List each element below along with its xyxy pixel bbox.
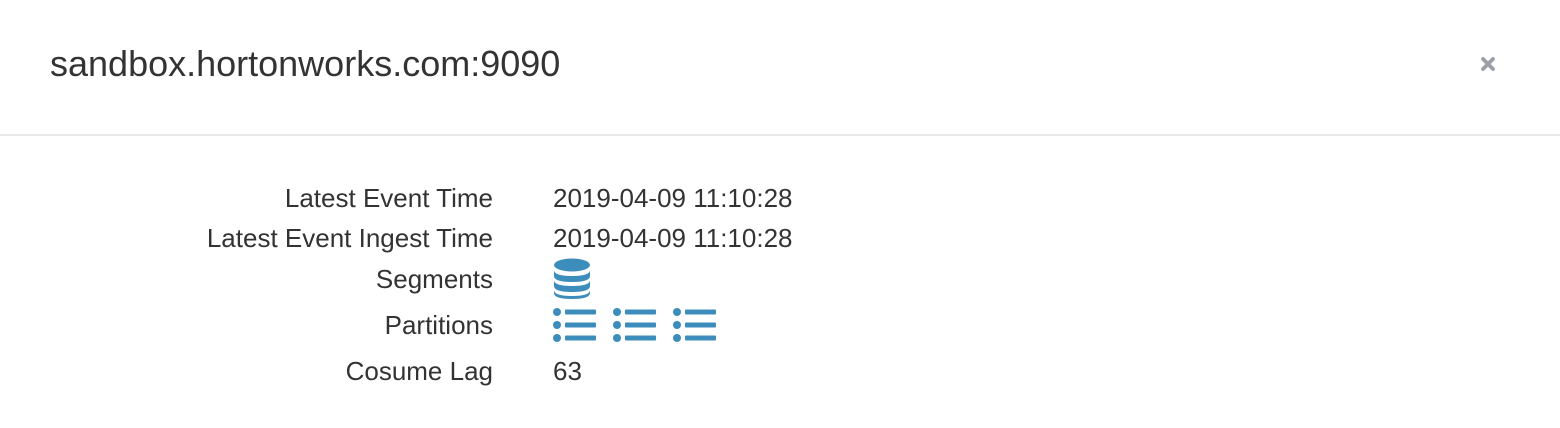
segments-row: Segments xyxy=(0,258,1560,300)
latest-event-ingest-time-value: 2019-04-09 11:10:28 xyxy=(553,223,793,253)
list-icon xyxy=(613,308,656,342)
partition-button[interactable] xyxy=(673,308,717,342)
latest-event-time-label: Latest Event Time xyxy=(284,183,493,213)
consume-lag-value: 63 xyxy=(553,356,582,386)
latest-event-time-row: Latest Event Time 2019-04-09 11:10:28 xyxy=(0,178,1560,218)
modal-header: sandbox.hortonworks.com:9090 xyxy=(0,0,1560,136)
segments-value xyxy=(553,258,591,300)
close-button[interactable] xyxy=(1470,48,1506,80)
latest-event-time-value: 2019-04-09 11:10:28 xyxy=(553,183,793,213)
partition-button[interactable] xyxy=(613,308,657,342)
consume-lag-row: Cosume Lag 63 xyxy=(0,350,1560,392)
latest-event-ingest-time-label: Latest Event Ingest Time xyxy=(206,223,493,253)
segments-button[interactable] xyxy=(553,258,591,300)
modal-title: sandbox.hortonworks.com:9090 xyxy=(50,43,561,84)
partitions-label: Partitions xyxy=(384,310,493,340)
close-icon xyxy=(1481,57,1495,71)
consume-lag-label: Cosume Lag xyxy=(345,356,493,386)
partition-button[interactable] xyxy=(553,308,597,342)
partitions-row: Partitions xyxy=(0,300,1560,350)
list-icon xyxy=(553,308,596,342)
broker-details: Latest Event Time 2019-04-09 11:10:28 La… xyxy=(0,178,1560,392)
database-icon xyxy=(554,258,590,299)
list-icon xyxy=(673,308,716,342)
segments-label: Segments xyxy=(375,264,493,294)
broker-details-modal: sandbox.hortonworks.com:9090 Latest Even… xyxy=(0,0,1560,428)
partitions-value xyxy=(553,308,733,342)
latest-event-ingest-time-row: Latest Event Ingest Time 2019-04-09 11:1… xyxy=(0,218,1560,258)
